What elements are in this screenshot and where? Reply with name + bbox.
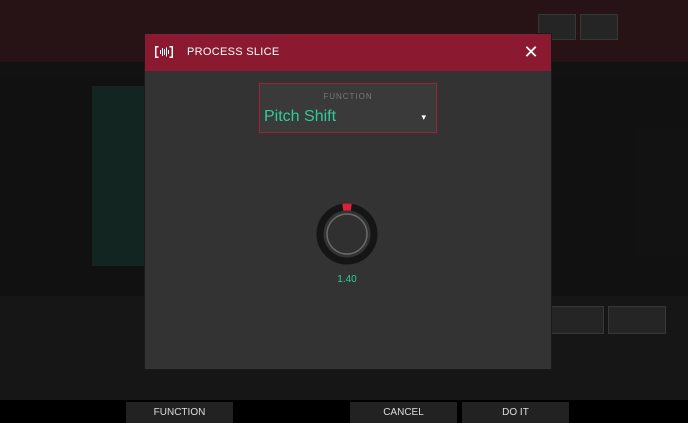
chevron-down-icon: ▾ (421, 112, 426, 122)
do-it-button[interactable]: DO IT (462, 402, 569, 423)
process-slice-dialog: PROCESS SLICE ✕ FUNCTION Pitch Shift ▾ 1… (145, 34, 551, 369)
close-icon[interactable]: ✕ (519, 40, 543, 64)
cancel-button[interactable]: CANCEL (350, 402, 457, 423)
dialog-header: PROCESS SLICE ✕ (145, 34, 551, 71)
knob-value: 1.40 (337, 274, 357, 285)
dialog-title: PROCESS SLICE (187, 46, 280, 58)
function-button[interactable]: FUNCTION (126, 402, 233, 423)
softkey-bar (0, 400, 688, 423)
pitch-knob[interactable] (316, 203, 378, 265)
function-select-label: FUNCTION (323, 92, 373, 101)
knob-body (326, 213, 368, 255)
function-select-value: Pitch Shift (264, 108, 337, 125)
function-select[interactable]: FUNCTION Pitch Shift ▾ (259, 83, 437, 133)
waveform-icon (155, 45, 173, 59)
